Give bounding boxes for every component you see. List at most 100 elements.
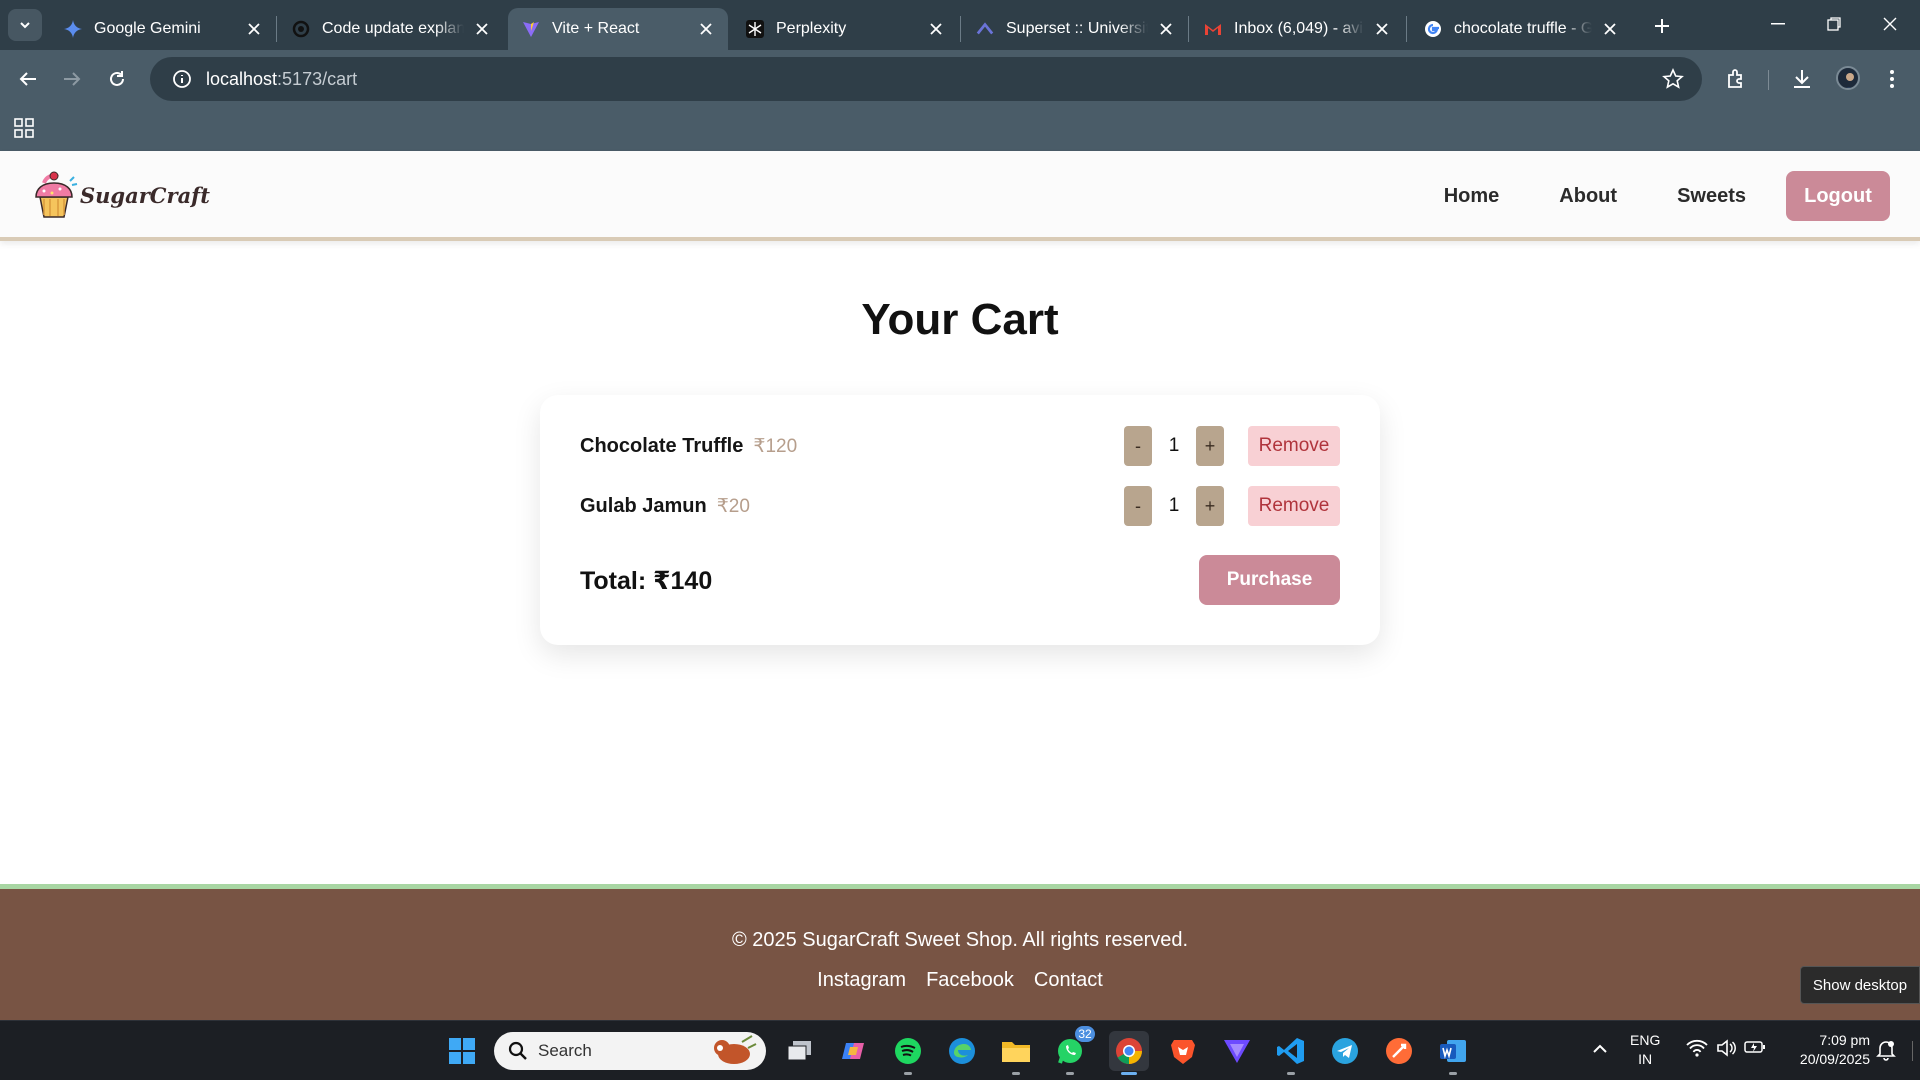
remove-item-button[interactable]: Remove — [1248, 486, 1340, 526]
tab-title: Code update explanation — [322, 20, 464, 37]
notifications-button[interactable] — [1876, 1039, 1896, 1064]
close-tab-icon[interactable] — [926, 19, 946, 39]
tab-code-update[interactable]: Code update explanation — [278, 8, 504, 50]
apps-grid-icon[interactable] — [14, 118, 34, 143]
telegram-icon — [1332, 1038, 1358, 1064]
nav-about-link[interactable]: About — [1559, 185, 1617, 208]
spotify-icon — [895, 1038, 921, 1064]
taskbar-proton-vpn[interactable] — [1217, 1031, 1257, 1071]
purchase-button[interactable]: Purchase — [1199, 555, 1340, 605]
taskbar-telegram[interactable] — [1325, 1031, 1365, 1071]
close-window-button[interactable] — [1862, 0, 1918, 48]
gemini-icon — [64, 20, 82, 38]
taskbar-search-placeholder: Search — [538, 1041, 592, 1060]
new-tab-button[interactable] — [1648, 12, 1676, 40]
tab-perplexity[interactable]: Perplexity — [732, 8, 958, 50]
page-title: Your Cart — [861, 295, 1059, 344]
folder-icon — [1002, 1042, 1030, 1062]
decrease-quantity-button[interactable]: - — [1124, 486, 1152, 526]
item-quantity: 1 — [1168, 495, 1180, 516]
footer-link-instagram[interactable]: Instagram — [817, 969, 906, 992]
volume-icon — [1717, 1039, 1736, 1057]
taskbar-clock[interactable]: 7:09 pm 20/09/2025 — [1780, 1031, 1870, 1069]
taskbar-edge[interactable] — [942, 1031, 982, 1071]
decrease-quantity-button[interactable]: - — [1124, 426, 1152, 466]
show-hidden-icons-button[interactable] — [1592, 1041, 1608, 1057]
taskbar-whatsapp[interactable]: 32 — [1050, 1025, 1096, 1075]
show-desktop-tooltip: Show desktop — [1800, 966, 1920, 1004]
reload-button[interactable] — [99, 61, 135, 97]
tab-gemini[interactable]: Google Gemini — [50, 8, 276, 50]
taskbar-brave[interactable] — [1163, 1031, 1203, 1071]
battery-charging-icon — [1744, 1041, 1765, 1053]
reload-icon — [110, 71, 124, 86]
tab-superset[interactable]: Superset :: University — [962, 8, 1188, 50]
windows-taskbar: Search 32 ENG IN 7:09 pm 20/09/2025 — [0, 1020, 1920, 1080]
bookmark-star-icon[interactable] — [1662, 68, 1684, 95]
running-indicator — [1121, 1072, 1137, 1075]
browser-menu-button[interactable] — [1874, 61, 1910, 97]
forward-arrow-icon — [64, 72, 81, 86]
taskbar-search[interactable]: Search — [494, 1032, 766, 1070]
perplexity-icon — [746, 20, 764, 38]
tab-search-button[interactable] — [8, 9, 42, 41]
tab-vite-react[interactable]: Vite + React — [508, 8, 728, 50]
site-logo[interactable]: SugarCraft — [30, 169, 210, 221]
input-language-indicator[interactable]: ENG IN — [1630, 1031, 1660, 1069]
brand-name: SugarCraft — [80, 182, 210, 208]
tab-gmail[interactable]: Inbox (6,049) - avishka — [1190, 8, 1404, 50]
superset-icon — [976, 20, 994, 38]
tab-title: Superset :: University — [1006, 20, 1148, 37]
remove-item-button[interactable]: Remove — [1248, 426, 1340, 466]
chrome-icon — [1116, 1038, 1142, 1065]
word-icon — [1440, 1040, 1466, 1062]
logout-button[interactable]: Logout — [1786, 171, 1890, 221]
site-info-icon[interactable] — [162, 69, 202, 89]
minimize-button[interactable] — [1750, 0, 1806, 48]
taskbar-word[interactable] — [1433, 1031, 1473, 1075]
battery-status[interactable] — [1744, 1040, 1766, 1057]
taskbar-task-view[interactable] — [780, 1031, 820, 1071]
more-vert-icon — [1890, 70, 1894, 88]
puzzle-icon — [1728, 69, 1742, 88]
taskbar-file-explorer[interactable] — [996, 1031, 1036, 1075]
taskbar-copilot[interactable] — [834, 1031, 874, 1071]
windows-logo-icon — [449, 1038, 475, 1064]
network-status[interactable] — [1686, 1039, 1708, 1060]
vpn-triangle-icon — [1224, 1040, 1250, 1063]
taskbar-postman[interactable] — [1379, 1031, 1419, 1071]
back-button[interactable] — [10, 61, 46, 97]
close-tab-icon[interactable] — [1156, 19, 1176, 39]
profile-avatar[interactable] — [1836, 66, 1860, 90]
restore-button[interactable] — [1806, 0, 1862, 48]
back-arrow-icon — [19, 72, 36, 86]
footer-link-facebook[interactable]: Facebook — [926, 969, 1014, 992]
show-desktop-edge[interactable] — [1912, 1041, 1913, 1061]
taskbar-spotify[interactable] — [888, 1031, 928, 1075]
volume-control[interactable] — [1716, 1039, 1736, 1060]
brave-icon — [1171, 1040, 1195, 1064]
footer-link-contact[interactable]: Contact — [1034, 969, 1103, 992]
running-indicator — [1287, 1072, 1295, 1075]
restore-icon — [1827, 17, 1841, 31]
forward-button[interactable] — [54, 61, 90, 97]
address-bar[interactable]: localhost:5173/cart — [150, 57, 1702, 101]
taskbar-chrome[interactable] — [1109, 1031, 1149, 1075]
bell-icon — [1876, 1041, 1896, 1061]
nav-home-link[interactable]: Home — [1444, 185, 1500, 208]
close-tab-icon[interactable] — [472, 19, 492, 39]
tab-google-search[interactable]: chocolate truffle - Google Search — [1410, 8, 1632, 50]
downloads-button[interactable] — [1784, 61, 1820, 97]
increase-quantity-button[interactable]: + — [1196, 426, 1224, 466]
url-text[interactable]: localhost:5173/cart — [206, 69, 357, 90]
taskbar-vscode[interactable] — [1271, 1031, 1311, 1075]
tab-separator — [1406, 16, 1407, 42]
nav-sweets-link[interactable]: Sweets — [1677, 185, 1746, 208]
start-button[interactable] — [442, 1031, 482, 1071]
close-tab-icon[interactable] — [244, 19, 264, 39]
increase-quantity-button[interactable]: + — [1196, 486, 1224, 526]
close-tab-icon[interactable] — [1600, 19, 1620, 39]
close-tab-icon[interactable] — [696, 19, 716, 39]
extensions-button[interactable] — [1718, 61, 1754, 97]
close-tab-icon[interactable] — [1372, 19, 1392, 39]
